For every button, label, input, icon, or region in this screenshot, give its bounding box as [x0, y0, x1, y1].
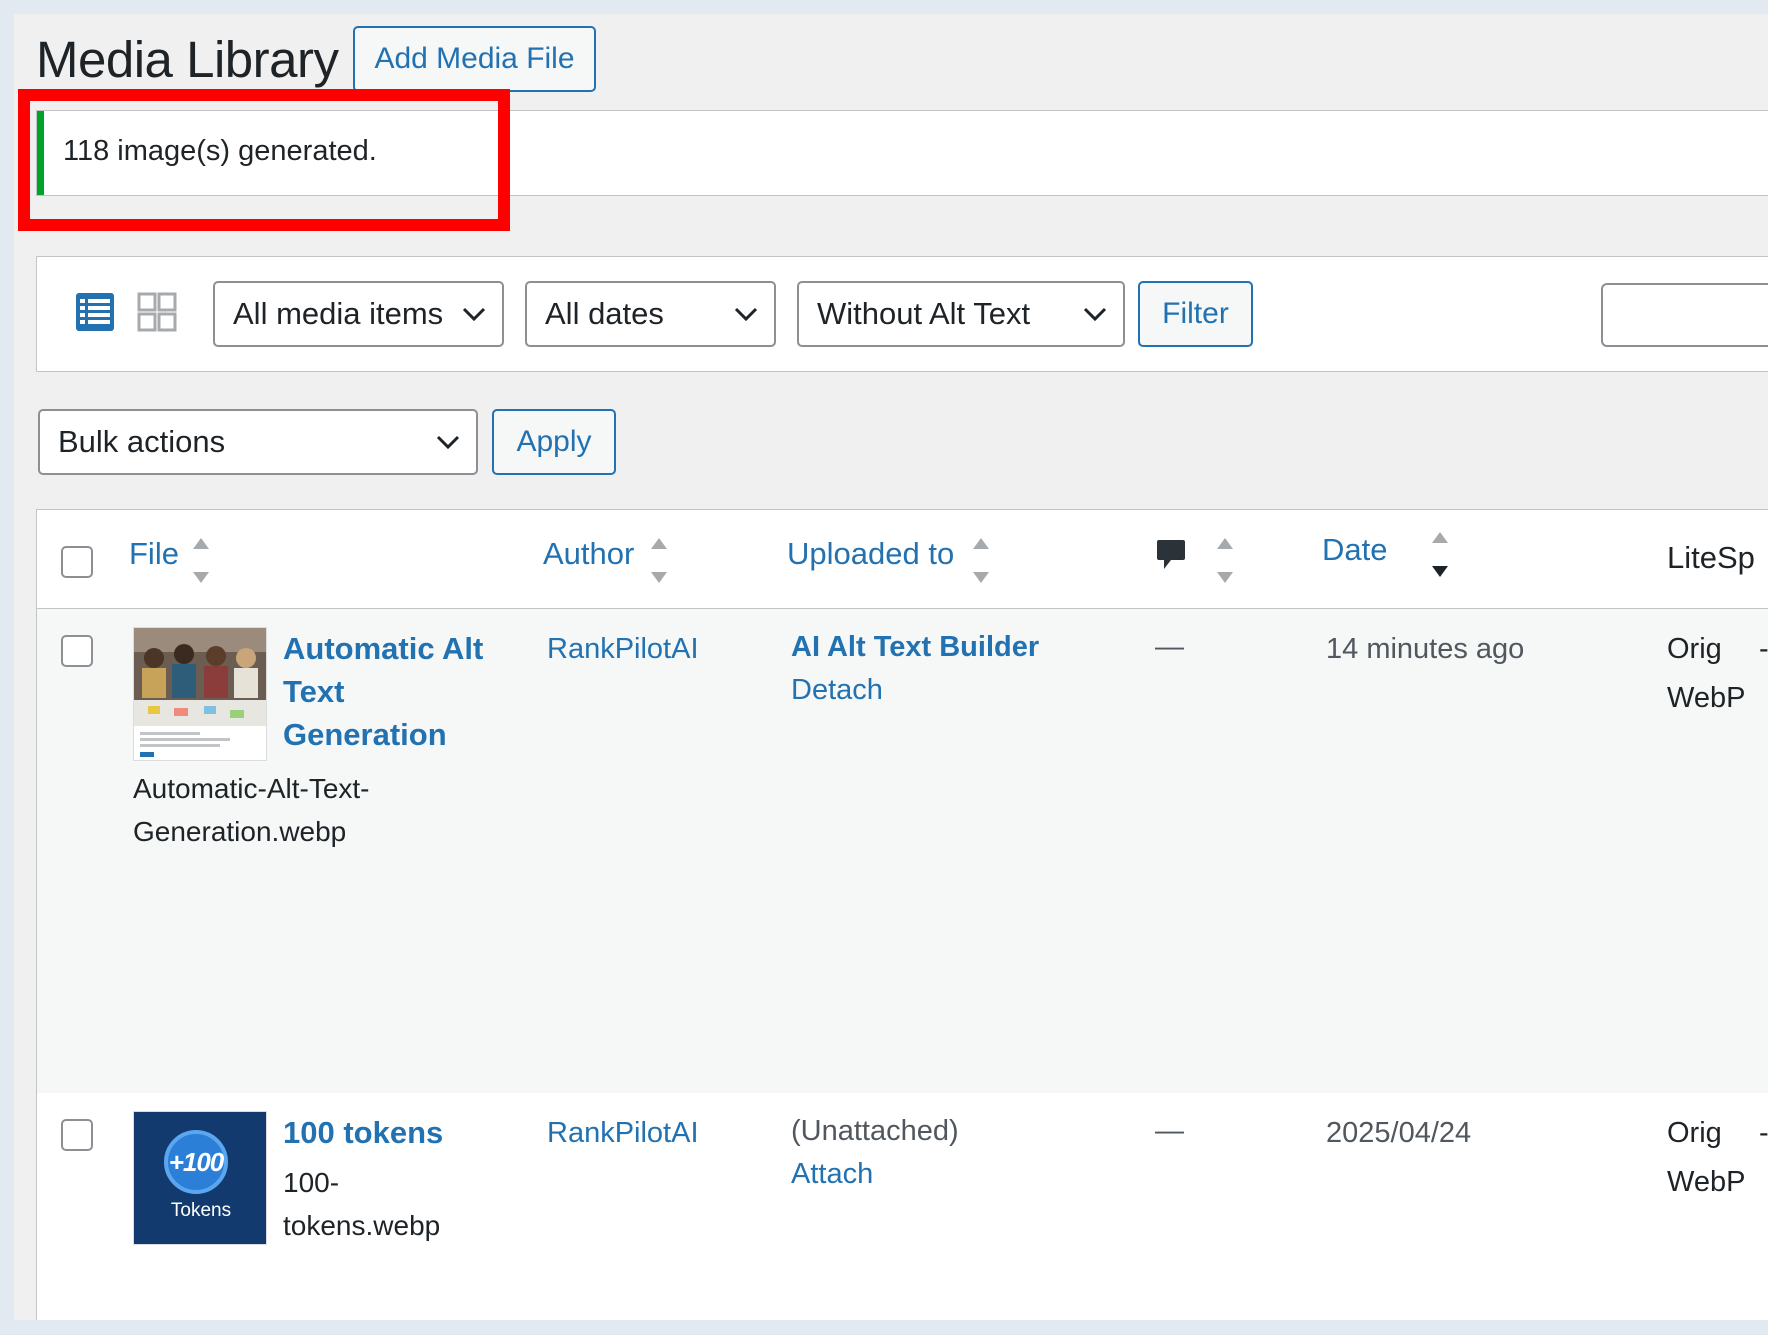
column-litespeed: LiteSp — [1667, 540, 1755, 576]
author-link[interactable]: RankPilotAI — [547, 633, 699, 666]
litespeed-separator: - — [1759, 1117, 1768, 1150]
alt-text-filter-select[interactable]: Without Alt Text — [797, 281, 1125, 347]
list-view-icon[interactable] — [75, 292, 115, 337]
grid-view-icon[interactable] — [137, 292, 177, 337]
filter-button[interactable]: Filter — [1138, 281, 1253, 347]
tokens-badge: +100 — [164, 1130, 228, 1194]
detach-link[interactable]: Detach — [791, 674, 883, 707]
column-author[interactable]: Author — [543, 536, 634, 572]
thumbnail-image[interactable]: +100 Tokens — [133, 1111, 267, 1245]
author-link[interactable]: RankPilotAI — [547, 1117, 699, 1150]
chevron-down-icon — [734, 307, 758, 321]
attach-link[interactable]: Attach — [791, 1158, 873, 1191]
bulk-actions-value: Bulk actions — [58, 424, 225, 460]
alt-filter-value: Without Alt Text — [817, 296, 1030, 332]
media-library-screen: Media Library Add Media File 118 image(s… — [14, 14, 1768, 1320]
bulk-actions-select[interactable]: Bulk actions — [38, 409, 478, 475]
date-value: 2025/04/24 — [1326, 1117, 1471, 1150]
dates-select[interactable]: All dates — [525, 281, 776, 347]
litespeed-orig: Orig — [1667, 633, 1722, 666]
file-name-line: Generation.webp — [133, 816, 346, 848]
litespeed-webp: WebP — [1667, 1166, 1745, 1199]
notice-success-bar — [37, 111, 44, 195]
table-row: Automatic Alt Text Generation Automatic-… — [37, 609, 1768, 1093]
column-file[interactable]: File — [129, 536, 179, 572]
page-title: Media Library — [36, 30, 338, 89]
table-row: +100 Tokens 100 tokens 100- tokens.webp … — [37, 1093, 1768, 1320]
thumbnail-image[interactable] — [133, 627, 267, 761]
chevron-down-icon — [462, 307, 486, 321]
column-uploaded-to[interactable]: Uploaded to — [787, 536, 954, 572]
chevron-down-icon — [1083, 307, 1107, 321]
uploaded-to-status: (Unattached) — [791, 1115, 959, 1148]
media-title-line[interactable]: Text — [283, 674, 344, 710]
comment-bubble-icon — [1156, 538, 1186, 577]
comments-count: — — [1155, 631, 1184, 664]
media-title-line[interactable]: Generation — [283, 717, 447, 753]
notice-message: 118 image(s) generated. — [63, 135, 377, 168]
table-header: File Author Uploaded to Date LiteSp — [37, 510, 1768, 609]
litespeed-orig: Orig — [1667, 1117, 1722, 1150]
dates-value: All dates — [545, 296, 664, 332]
success-notice: 118 image(s) generated. — [36, 110, 1768, 196]
file-name-line: Automatic-Alt-Text- — [133, 773, 370, 805]
media-type-value: All media items — [233, 296, 443, 332]
media-title-line[interactable]: 100 tokens — [283, 1115, 443, 1151]
uploaded-to-link[interactable]: AI Alt Text Builder — [791, 631, 1039, 664]
select-all-checkbox[interactable] — [61, 546, 93, 578]
column-date[interactable]: Date — [1322, 532, 1387, 568]
date-value: 14 minutes ago — [1326, 633, 1524, 666]
tokens-label: Tokens — [134, 1200, 267, 1222]
media-title-line[interactable]: Automatic Alt — [283, 631, 483, 667]
file-name-line: tokens.webp — [283, 1210, 440, 1242]
litespeed-separator: - — [1759, 633, 1768, 666]
row-checkbox[interactable] — [61, 1119, 93, 1151]
search-input[interactable] — [1601, 283, 1768, 347]
media-type-select[interactable]: All media items — [213, 281, 504, 347]
apply-button[interactable]: Apply — [492, 409, 616, 475]
file-name-line: 100- — [283, 1167, 339, 1199]
add-media-file-button[interactable]: Add Media File — [353, 26, 596, 92]
media-table: File Author Uploaded to Date LiteSp — [36, 509, 1768, 1320]
row-checkbox[interactable] — [61, 635, 93, 667]
chevron-down-icon — [436, 435, 460, 449]
filter-toolbar: All media items All dates Without Alt Te… — [36, 256, 1768, 372]
comments-count: — — [1155, 1115, 1184, 1148]
litespeed-webp: WebP — [1667, 682, 1745, 715]
